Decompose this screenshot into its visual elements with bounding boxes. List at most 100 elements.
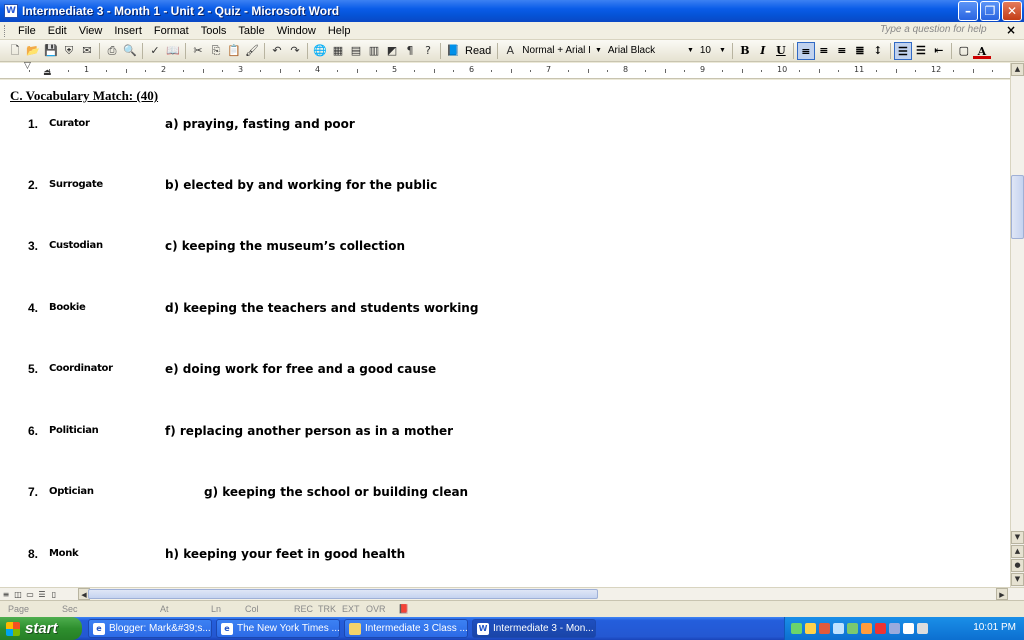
normal-view-icon[interactable]: ≡ — [0, 589, 12, 600]
status-ext[interactable]: EXT — [342, 604, 360, 614]
menu-table[interactable]: Table — [232, 25, 270, 37]
new-document-icon[interactable]: 🗋 — [7, 43, 23, 59]
ruler-tick — [606, 70, 608, 72]
borders-icon[interactable]: ▢ — [955, 42, 973, 60]
close-button[interactable]: ✕ — [1002, 1, 1022, 21]
status-trk[interactable]: TRK — [318, 604, 336, 614]
menu-format[interactable]: Format — [148, 25, 195, 37]
justify-icon[interactable]: ≣ — [851, 42, 869, 60]
underline-button[interactable]: U — [772, 42, 790, 60]
menu-file[interactable]: File — [12, 25, 42, 37]
hyperlink-icon[interactable]: 🌐 — [312, 43, 328, 59]
menu-view[interactable]: View — [73, 25, 109, 37]
show-formatting-icon[interactable]: ¶ — [402, 43, 418, 59]
read-button[interactable]: Read — [462, 45, 494, 57]
print-icon[interactable]: ⎙ — [104, 43, 120, 59]
cut-icon[interactable]: ✂ — [190, 43, 206, 59]
italic-button[interactable]: I — [754, 42, 772, 60]
volume-icon[interactable] — [903, 623, 914, 634]
print-preview-icon[interactable]: 🔍 — [122, 43, 138, 59]
network-icon[interactable] — [791, 623, 802, 634]
horizontal-scrollbar[interactable]: ◀ ▶ — [78, 588, 1008, 600]
hanging-indent-marker-icon[interactable]: ⏏ — [43, 68, 52, 78]
status-rec[interactable]: REC — [294, 604, 313, 614]
word-app-icon[interactable]: W — [4, 4, 18, 18]
bold-button[interactable]: B — [736, 42, 754, 60]
scroll-right-icon[interactable]: ▶ — [996, 588, 1008, 600]
font-size-dropdown[interactable]: 10 ▼ — [697, 43, 729, 59]
font-dropdown[interactable]: Arial Black ▼ — [605, 43, 697, 59]
menu-tools[interactable]: Tools — [195, 25, 233, 37]
horizontal-ruler[interactable]: 1 2 3 4 5 6 7 8 9 10 11 12 ▽ ⏏ — [0, 61, 1010, 79]
menu-insert[interactable]: Insert — [108, 25, 148, 37]
next-page-icon[interactable]: ▼ — [1011, 573, 1024, 586]
bullets-icon[interactable]: ☰ — [912, 42, 930, 60]
paste-icon[interactable]: 📋 — [226, 43, 242, 59]
styles-icon[interactable]: A — [502, 43, 518, 59]
status-ovr[interactable]: OVR — [366, 604, 386, 614]
tray-app-icon[interactable] — [917, 623, 928, 634]
font-color-icon[interactable]: A — [972, 43, 991, 59]
copy-icon[interactable]: ⎘ — [208, 43, 224, 59]
reading-layout-icon[interactable]: ▯ — [48, 589, 60, 600]
read-icon[interactable]: 📘 — [445, 43, 461, 59]
vertical-scrollbar[interactable]: ▲ ▼ ▲ ● ▼ — [1010, 63, 1024, 587]
redo-icon[interactable]: ↷ — [287, 43, 303, 59]
line-spacing-icon[interactable]: ↕ — [869, 42, 887, 60]
align-left-icon[interactable]: ≡ — [796, 41, 815, 60]
scroll-up-icon[interactable]: ▲ — [1011, 63, 1024, 76]
previous-page-icon[interactable]: ▲ — [1011, 545, 1024, 558]
align-center-icon[interactable]: ≡ — [815, 42, 833, 60]
taskbar-item-blogger[interactable]: e Blogger: Mark&#39;s... — [88, 619, 212, 638]
indent-marker-icon[interactable]: ▽ — [24, 61, 31, 71]
vertical-scroll-thumb[interactable] — [1011, 175, 1024, 239]
close-document-icon[interactable]: × — [1006, 23, 1016, 37]
align-right-icon[interactable]: ≡ — [833, 42, 851, 60]
tray-app-icon[interactable] — [861, 623, 872, 634]
taskbar-item-folder[interactable]: Intermediate 3 Class ... — [344, 619, 468, 638]
drawing-icon[interactable]: ◩ — [384, 43, 400, 59]
undo-icon[interactable]: ↶ — [269, 43, 285, 59]
web-layout-icon[interactable]: ◫ — [12, 589, 24, 600]
menu-grip[interactable] — [4, 24, 7, 37]
status-section: Sec — [62, 604, 78, 614]
style-dropdown[interactable]: Normal + Arial I ▼ — [519, 43, 605, 59]
numbering-icon[interactable]: ☰ — [893, 41, 912, 60]
decrease-indent-icon[interactable]: ⇤ — [930, 42, 948, 60]
tray-app-icon[interactable] — [819, 623, 830, 634]
outline-view-icon[interactable]: ☰ — [36, 589, 48, 600]
print-layout-icon[interactable]: ▭ — [24, 589, 36, 600]
taskbar-item-nytimes[interactable]: e The New York Times ... — [216, 619, 340, 638]
horizontal-scroll-thumb[interactable] — [88, 589, 598, 599]
spelling-status-icon[interactable]: 📕 — [398, 604, 409, 615]
document-page[interactable]: C. Vocabulary Match: (40) 1. Curator a) … — [0, 80, 1010, 587]
tray-app-icon[interactable] — [833, 623, 844, 634]
open-folder-icon[interactable]: 📂 — [25, 43, 41, 59]
minimize-button[interactable]: – — [958, 1, 978, 21]
help-icon[interactable]: ? — [420, 43, 436, 59]
email-icon[interactable]: ✉ — [79, 43, 95, 59]
insert-table-icon[interactable]: ▤ — [348, 43, 364, 59]
spelling-icon[interactable]: ✓ — [147, 43, 163, 59]
clock[interactable]: 10:01 PM — [973, 622, 1016, 633]
browse-object-icon[interactable]: ● — [1011, 559, 1024, 572]
tray-app-icon[interactable] — [889, 623, 900, 634]
save-icon[interactable]: 💾 — [43, 43, 59, 59]
vocab-definition: e) doing work for free and a good cause — [165, 362, 437, 376]
restore-button[interactable]: ❐ — [980, 1, 1000, 21]
taskbar-item-word[interactable]: W Intermediate 3 - Mon... — [472, 619, 596, 638]
format-painter-icon[interactable]: 🖌 — [244, 43, 260, 59]
tables-borders-icon[interactable]: ▦ — [330, 43, 346, 59]
tray-app-icon[interactable] — [875, 623, 886, 634]
tray-app-icon[interactable] — [847, 623, 858, 634]
research-icon[interactable]: 📖 — [165, 43, 181, 59]
columns-icon[interactable]: ▥ — [366, 43, 382, 59]
menu-help[interactable]: Help — [322, 25, 357, 37]
scroll-down-icon[interactable]: ▼ — [1011, 531, 1024, 544]
menu-window[interactable]: Window — [271, 25, 322, 37]
help-search-input[interactable]: Type a question for help — [880, 24, 1000, 38]
menu-edit[interactable]: Edit — [42, 25, 73, 37]
tray-app-icon[interactable] — [805, 623, 816, 634]
permission-icon[interactable]: ⛨ — [61, 43, 77, 59]
start-button[interactable]: start — [0, 617, 82, 640]
